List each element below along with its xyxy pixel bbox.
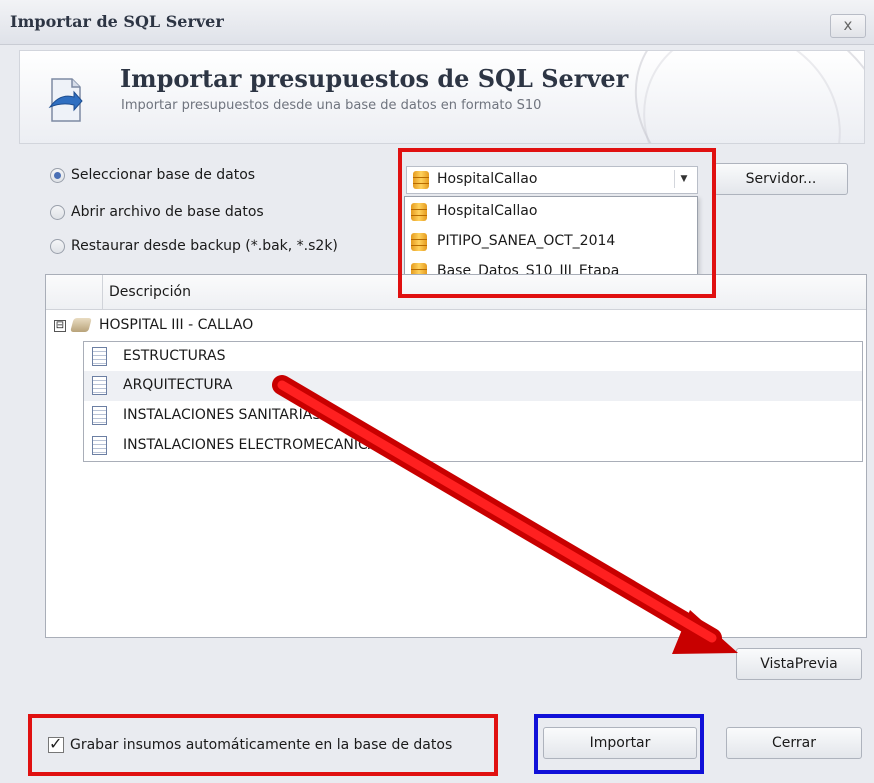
radio-label: Seleccionar base de datos: [71, 167, 256, 183]
title-bar[interactable]: Importar de SQL Server x: [0, 0, 874, 45]
preview-button[interactable]: VistaPrevia: [736, 648, 862, 680]
tree-child-node[interactable]: ESTRUCTURAS: [83, 341, 863, 373]
radio-open-file[interactable]: Abrir archivo de base datos: [50, 204, 264, 220]
tree-child-node[interactable]: INSTALACIONES SANITARIAS: [83, 401, 863, 432]
header-banner: Importar presupuestos de SQL Server Impo…: [19, 50, 865, 144]
column-header-description[interactable]: Descripción: [102, 275, 191, 309]
header-title: Importar presupuestos de SQL Server: [120, 64, 629, 93]
radio-indicator[interactable]: [50, 204, 65, 220]
tree-child-node[interactable]: ARQUITECTURA: [83, 371, 863, 402]
tree-child-node[interactable]: INSTALACIONES ELECTROMECANICAS: [83, 431, 863, 462]
close-button[interactable]: Cerrar: [726, 727, 862, 759]
budget-tree: Descripción ⊟ HOSPITAL III - CALLAO ESTR…: [45, 274, 867, 638]
collapse-icon[interactable]: ⊟: [54, 320, 66, 332]
server-button[interactable]: Servidor...: [714, 163, 848, 195]
header-subtitle: Importar presupuestos desde una base de …: [121, 98, 542, 113]
tree-root-node[interactable]: ⊟ HOSPITAL III - CALLAO: [46, 311, 866, 341]
radio-label: Abrir archivo de base datos: [71, 204, 264, 220]
red-highlight-box: [398, 148, 716, 298]
radio-restore-backup[interactable]: Restaurar desde backup (*.bak, *.s2k): [50, 238, 338, 254]
import-dialog: Importar de SQL Server x Importar presup…: [0, 0, 874, 783]
document-icon: [92, 376, 107, 395]
tree-root-label: HOSPITAL III - CALLAO: [99, 317, 254, 333]
radio-select-database[interactable]: Seleccionar base de datos: [50, 167, 255, 183]
document-icon: [92, 406, 107, 425]
red-highlight-box: [28, 714, 498, 776]
close-icon: x: [843, 16, 853, 34]
window-title: Importar de SQL Server: [10, 12, 224, 31]
project-icon: [70, 318, 92, 332]
radio-indicator[interactable]: [50, 238, 65, 254]
radio-label: Restaurar desde backup (*.bak, *.s2k): [71, 238, 338, 254]
close-window-button[interactable]: x: [830, 14, 866, 38]
document-icon: [92, 436, 107, 455]
radio-indicator[interactable]: [50, 167, 65, 183]
blue-highlight-box: [534, 714, 704, 774]
import-db-icon: [48, 78, 83, 122]
document-icon: [92, 347, 107, 366]
